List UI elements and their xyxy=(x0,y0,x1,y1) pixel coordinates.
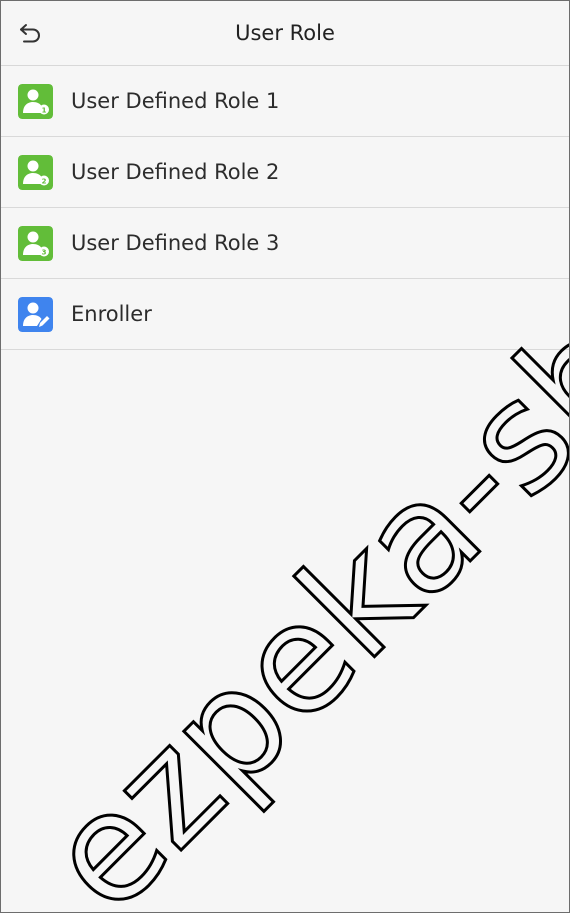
user-role-2-icon: 2 xyxy=(18,155,53,190)
user-role-screen: User Role 1 User Defined Role 1 2 User D… xyxy=(0,0,570,913)
role-list: 1 User Defined Role 1 2 User Defined Rol… xyxy=(1,66,569,350)
svg-text:2: 2 xyxy=(42,178,47,186)
list-item-user-defined-role-3[interactable]: 3 User Defined Role 3 xyxy=(1,208,569,279)
role-label: Enroller xyxy=(71,302,152,326)
list-item-user-defined-role-1[interactable]: 1 User Defined Role 1 xyxy=(1,66,569,137)
enroller-icon xyxy=(18,297,53,332)
list-item-user-defined-role-2[interactable]: 2 User Defined Role 2 xyxy=(1,137,569,208)
watermark: ezpeka-sho xyxy=(12,217,570,913)
user-role-3-icon: 3 xyxy=(18,226,53,261)
user-role-1-icon: 1 xyxy=(18,84,53,119)
list-item-enroller[interactable]: Enroller xyxy=(1,279,569,350)
svg-text:3: 3 xyxy=(42,249,47,257)
page-title: User Role xyxy=(235,21,335,45)
header-bar: User Role xyxy=(1,1,569,66)
role-label: User Defined Role 3 xyxy=(71,231,280,255)
svg-text:1: 1 xyxy=(42,107,47,115)
role-label: User Defined Role 1 xyxy=(71,89,280,113)
role-label: User Defined Role 2 xyxy=(71,160,280,184)
